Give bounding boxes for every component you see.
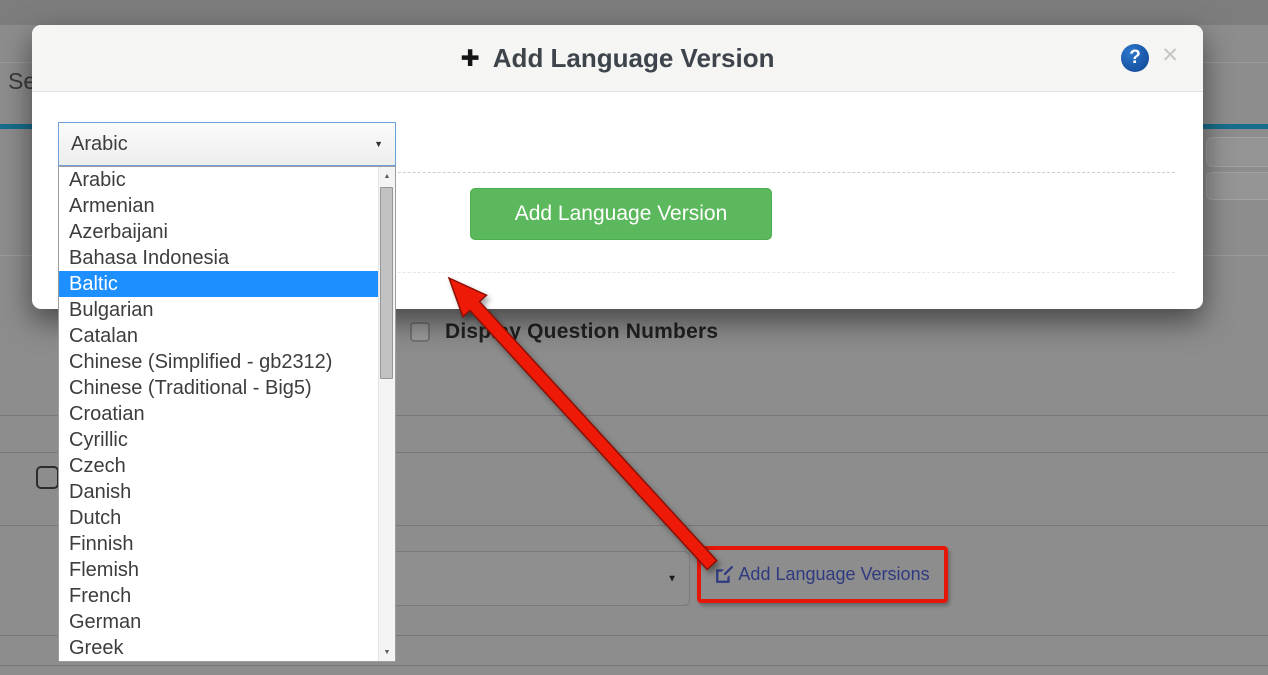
language-option[interactable]: Croatian bbox=[59, 401, 378, 427]
language-option[interactable]: German bbox=[59, 609, 378, 635]
language-select[interactable]: Arabic ▼ bbox=[58, 122, 396, 166]
display-question-numbers-label: Display Question Numbers bbox=[445, 320, 718, 344]
divider bbox=[0, 665, 1268, 666]
language-option[interactable]: Cyrillic bbox=[59, 427, 378, 453]
plus-icon: ✚ bbox=[461, 47, 480, 70]
dimmed-side-button bbox=[1206, 137, 1268, 167]
display-question-numbers-checkbox[interactable] bbox=[410, 322, 430, 342]
language-select-value: Arabic bbox=[71, 133, 128, 156]
dimmed-top-band bbox=[0, 0, 1268, 25]
background-checkbox[interactable] bbox=[36, 466, 59, 489]
language-option[interactable]: Armenian bbox=[59, 193, 378, 219]
modal-header: ✚ Add Language Version ? ✕ bbox=[32, 25, 1203, 92]
help-icon[interactable]: ? bbox=[1121, 44, 1149, 72]
language-option[interactable]: Chinese (Simplified - gb2312) bbox=[59, 349, 378, 375]
add-language-versions-label: Add Language Versions bbox=[738, 564, 929, 585]
annotation-highlight-box: Add Language Versions bbox=[697, 546, 948, 603]
language-option[interactable]: Czech bbox=[59, 453, 378, 479]
language-option[interactable]: Baltic bbox=[59, 271, 378, 297]
scrollbar-thumb[interactable] bbox=[380, 187, 393, 379]
add-language-version-button[interactable]: Add Language Version bbox=[470, 188, 772, 240]
language-option[interactable]: Danish bbox=[59, 479, 378, 505]
language-options: ArabicArmenianAzerbaijaniBahasa Indonesi… bbox=[59, 167, 378, 661]
scroll-up-icon[interactable]: ▲ bbox=[379, 167, 395, 185]
language-option[interactable]: Bahasa Indonesia bbox=[59, 245, 378, 271]
listbox-scrollbar[interactable]: ▲ ▼ bbox=[378, 167, 395, 661]
language-option[interactable]: Dutch bbox=[59, 505, 378, 531]
close-icon[interactable]: ✕ bbox=[1161, 45, 1179, 66]
background-language-dropdown[interactable]: ▼ bbox=[386, 551, 690, 606]
edit-square-icon bbox=[715, 566, 733, 584]
page: Se Display Question Numbers ▼ Add Langua… bbox=[0, 0, 1268, 675]
language-option[interactable]: Azerbaijani bbox=[59, 219, 378, 245]
language-option[interactable]: French bbox=[59, 583, 378, 609]
language-option[interactable]: Bulgarian bbox=[59, 297, 378, 323]
language-option[interactable]: Flemish bbox=[59, 557, 378, 583]
modal-title: Add Language Version bbox=[493, 43, 775, 74]
language-option[interactable]: Finnish bbox=[59, 531, 378, 557]
language-option[interactable]: Arabic bbox=[59, 167, 378, 193]
chevron-down-icon: ▼ bbox=[667, 573, 677, 584]
language-listbox: ArabicArmenianAzerbaijaniBahasa Indonesi… bbox=[58, 166, 396, 662]
language-option[interactable]: Chinese (Traditional - Big5) bbox=[59, 375, 378, 401]
add-language-versions-link[interactable]: Add Language Versions bbox=[715, 564, 929, 585]
scroll-down-icon[interactable]: ▼ bbox=[379, 643, 395, 661]
language-option[interactable]: Greek bbox=[59, 635, 378, 661]
dimmed-side-button bbox=[1206, 172, 1268, 200]
chevron-down-icon: ▼ bbox=[374, 139, 383, 149]
display-question-numbers-row: Display Question Numbers bbox=[410, 320, 718, 344]
language-option[interactable]: Catalan bbox=[59, 323, 378, 349]
